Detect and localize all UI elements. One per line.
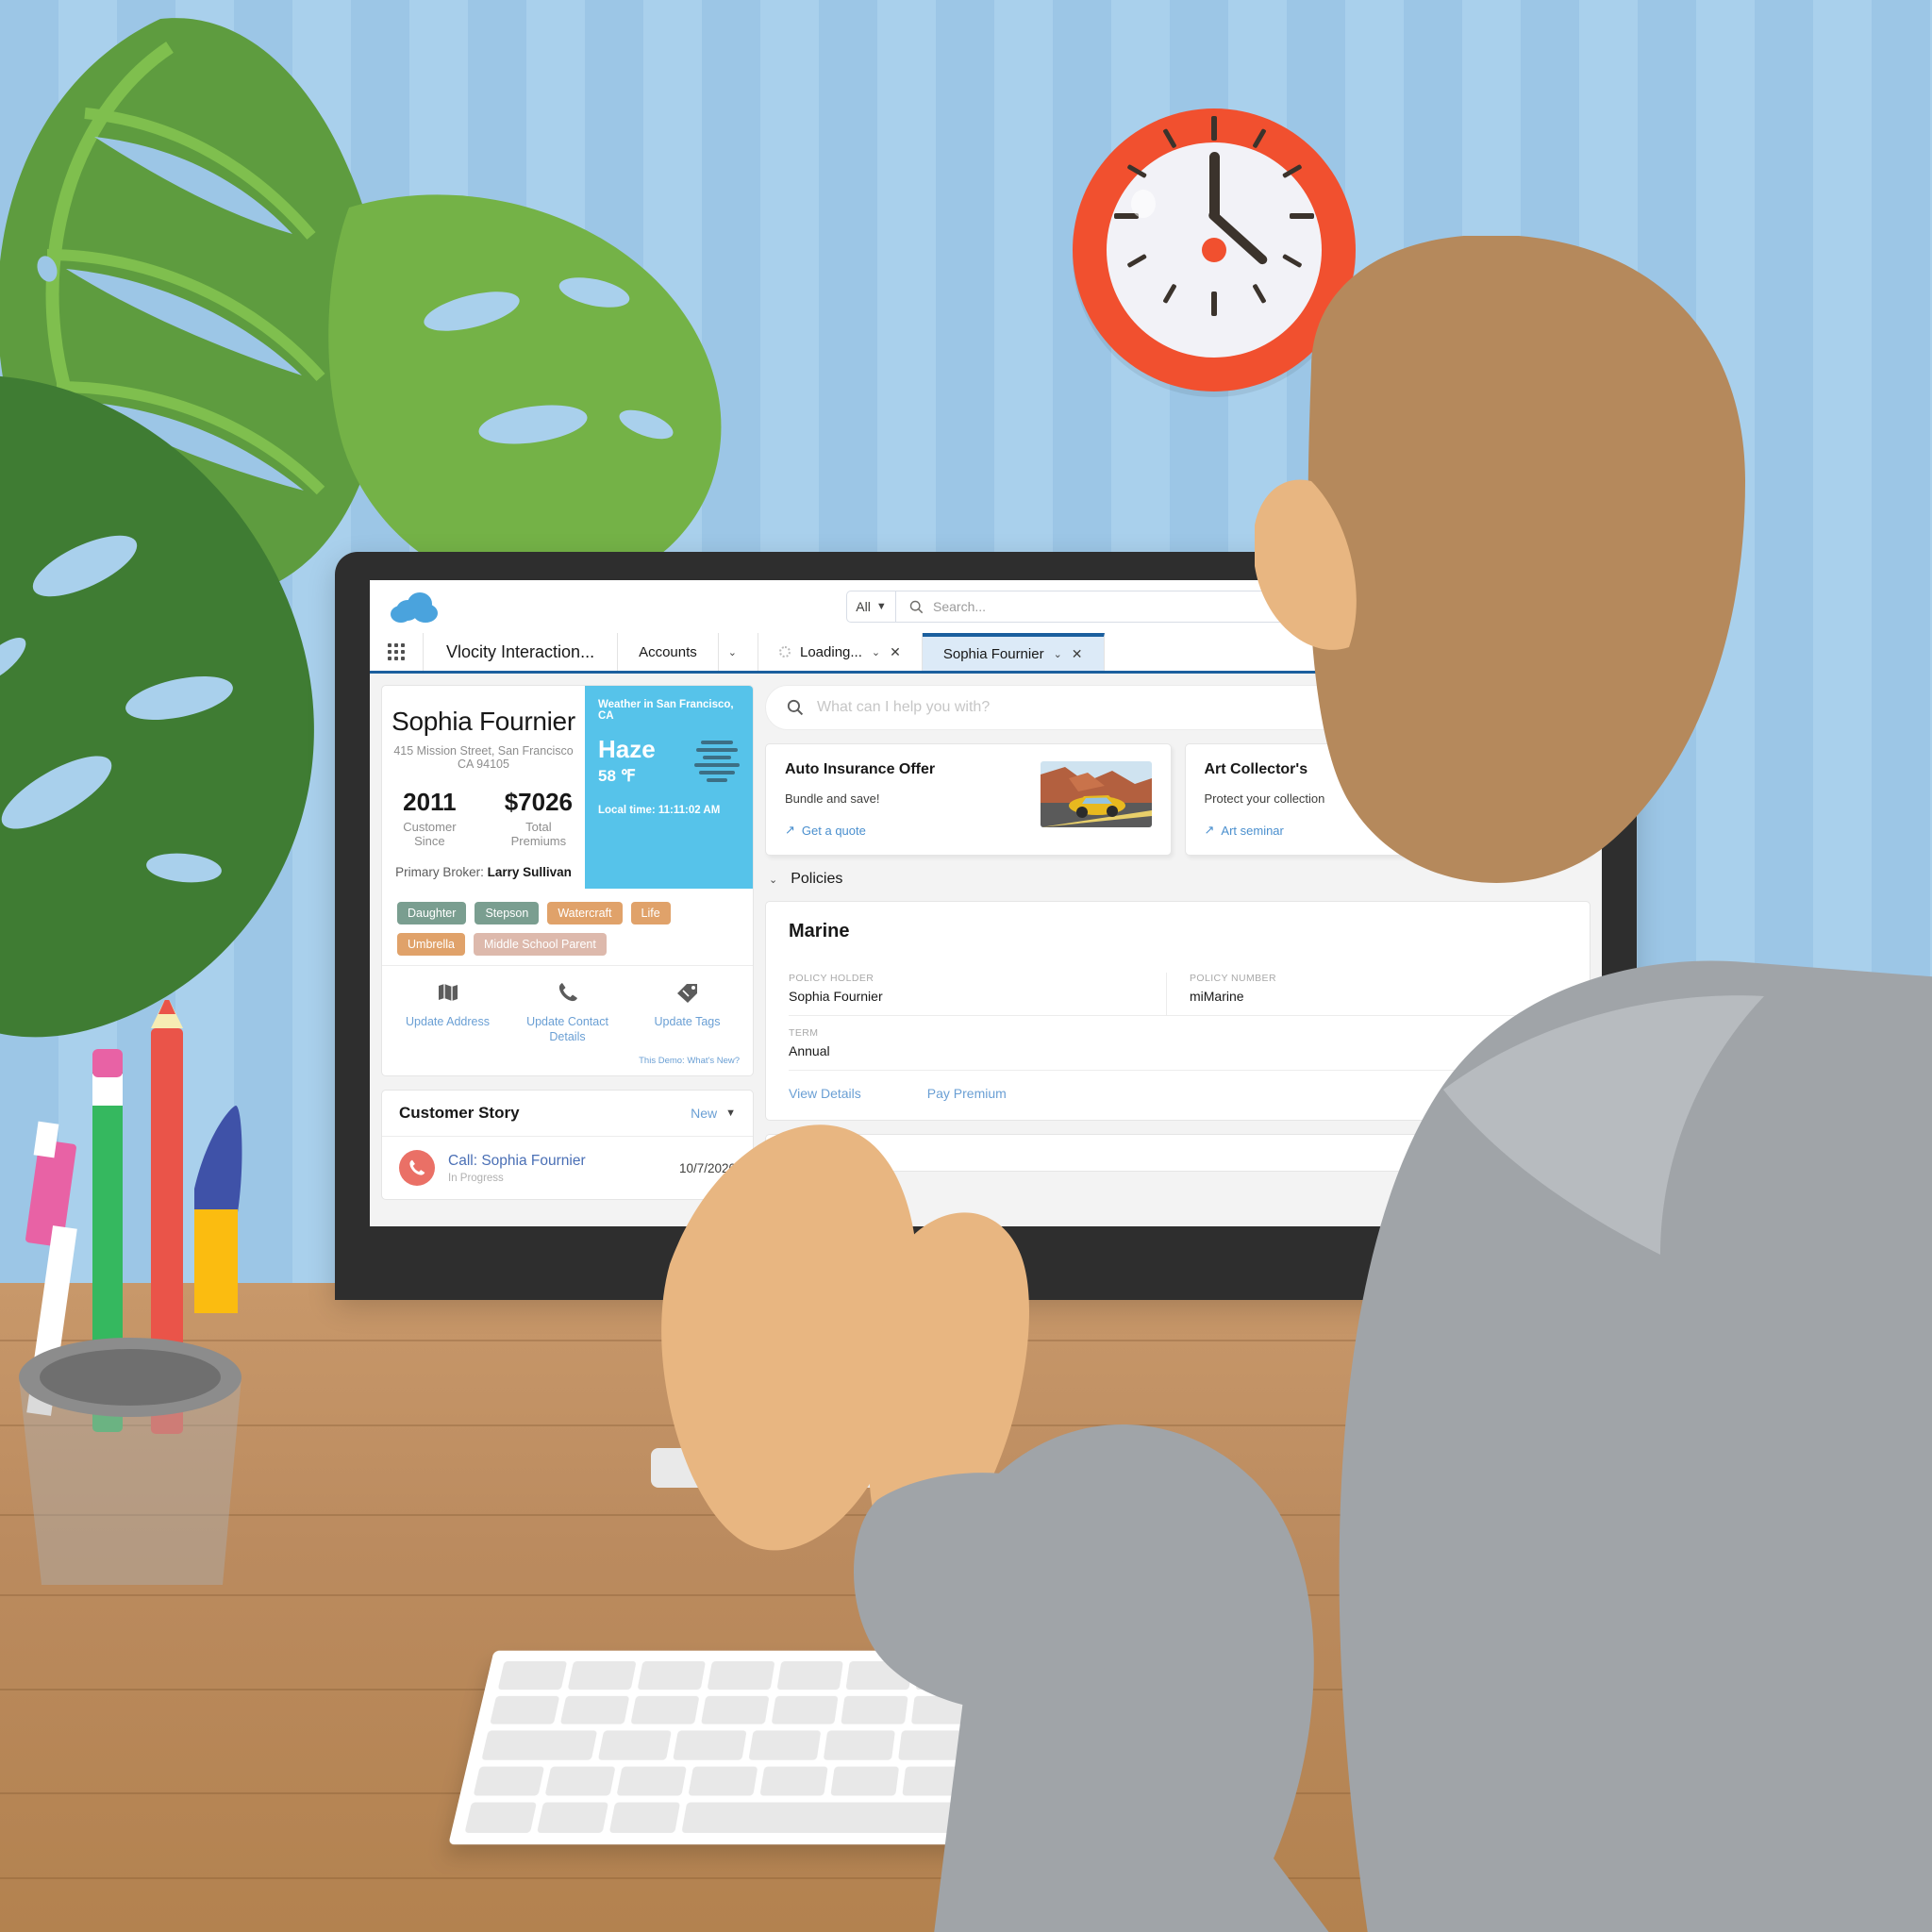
chevron-down-icon[interactable]: ⌄ bbox=[872, 646, 880, 658]
map-icon bbox=[438, 984, 458, 1001]
search-icon bbox=[909, 600, 924, 613]
chevron-down-icon[interactable]: ⌄ bbox=[769, 874, 777, 886]
action-label: Update Tags bbox=[654, 1015, 721, 1028]
loading-spinner-icon bbox=[779, 646, 791, 658]
field-label: POLICY HOLDER bbox=[789, 973, 874, 984]
stat-value: $7026 bbox=[504, 788, 574, 816]
salesforce-cloud-logo[interactable] bbox=[391, 591, 440, 623]
tag-watercraft[interactable]: Watercraft bbox=[547, 902, 623, 924]
policy-pay-premium-link[interactable]: Pay Premium bbox=[927, 1086, 1007, 1101]
weather-condition: Haze bbox=[598, 735, 656, 763]
action-update-tags[interactable]: Update Tags bbox=[627, 981, 747, 1044]
search-input-area[interactable]: Search... bbox=[896, 591, 1309, 622]
policy-field-holder: POLICY HOLDER Sophia Fournier bbox=[789, 973, 1166, 1015]
pencil-cup bbox=[19, 1000, 242, 1585]
clock-glint bbox=[1131, 190, 1156, 218]
search-scope-dropdown[interactable]: All ▼ bbox=[847, 591, 896, 622]
offer-action-link[interactable]: ↗ Get a quote bbox=[785, 823, 935, 838]
external-link-icon: ↗ bbox=[1204, 823, 1215, 837]
close-icon[interactable]: ✕ bbox=[890, 644, 901, 660]
customer-story-title: Customer Story bbox=[399, 1104, 520, 1123]
action-label: Update Address bbox=[406, 1015, 490, 1028]
action-update-contact-details[interactable]: Update Contact Details bbox=[508, 981, 627, 1044]
tag-daughter[interactable]: Daughter bbox=[397, 902, 467, 924]
tab-accounts[interactable]: Accounts bbox=[618, 633, 719, 671]
tag-umbrella[interactable]: Umbrella bbox=[397, 933, 466, 956]
chevron-down-icon: ⌄ bbox=[727, 646, 737, 658]
tab-sophia-fournier[interactable]: Sophia Fournier ⌄ ✕ bbox=[922, 633, 1105, 671]
stat-customer-since: 2011 Customer Since bbox=[391, 788, 468, 848]
stat-label: Customer Since bbox=[403, 820, 457, 848]
offer-action-label: Get a quote bbox=[801, 823, 866, 838]
close-icon[interactable]: ✕ bbox=[1072, 646, 1083, 662]
action-label: Update Contact Details bbox=[526, 1015, 608, 1043]
chevron-down-icon: ▼ bbox=[725, 1108, 736, 1120]
weather-title: Weather in San Francisco, CA bbox=[598, 699, 734, 722]
chevron-down-icon: ▼ bbox=[875, 601, 887, 612]
weather-local-time: Local time: 11:11:02 AM bbox=[598, 805, 721, 816]
new-label: New bbox=[691, 1106, 718, 1122]
contact-summary-card: Sophia Fournier 415 Mission Street, San … bbox=[381, 685, 754, 1077]
tag-middle-school-parent[interactable]: Middle School Parent bbox=[474, 933, 607, 956]
tab-accounts-dropdown[interactable]: ⌄ bbox=[719, 633, 758, 671]
phone-call-icon bbox=[399, 1150, 435, 1187]
search-icon bbox=[787, 699, 804, 716]
tab-sophia-fournier-label: Sophia Fournier bbox=[942, 645, 1044, 662]
clock-center-pin bbox=[1202, 238, 1226, 262]
customer-story-new-button[interactable]: New ▼ bbox=[691, 1106, 736, 1121]
stat-total-premiums: $7026 Total Premiums bbox=[502, 788, 575, 848]
contact-address: 415 Mission Street, San Francisco CA 941… bbox=[393, 744, 574, 771]
field-value: Sophia Fournier bbox=[789, 989, 883, 1004]
offer-card-auto-insurance[interactable]: Auto Insurance Offer Bundle and save! ↗ … bbox=[765, 743, 1172, 856]
primary-broker: Primary Broker: Larry Sullivan bbox=[391, 865, 575, 879]
demo-whats-new-link[interactable]: This Demo: What's New? bbox=[382, 1050, 753, 1075]
offer-subtitle: Bundle and save! bbox=[785, 791, 880, 806]
tag-life[interactable]: Life bbox=[630, 902, 671, 924]
offer-title: Auto Insurance Offer bbox=[785, 761, 936, 777]
primary-broker-label: Primary Broker: bbox=[395, 865, 484, 879]
app-launcher-icon[interactable] bbox=[370, 633, 423, 671]
contact-details: Sophia Fournier 415 Mission Street, San … bbox=[382, 686, 585, 889]
tab-accounts-label: Accounts bbox=[639, 643, 697, 660]
person-at-desk bbox=[1255, 236, 1932, 1932]
weather-widget: Weather in San Francisco, CA Haze 58 ℉ L… bbox=[585, 686, 753, 889]
story-item-status: In Progress bbox=[448, 1172, 504, 1184]
external-link-icon: ↗ bbox=[785, 823, 795, 837]
quick-actions: Update Address Update Contact Details Up… bbox=[382, 966, 753, 1050]
tag-stepson[interactable]: Stepson bbox=[475, 902, 540, 924]
action-update-address[interactable]: Update Address bbox=[388, 981, 508, 1044]
contact-tags: Daughter Stepson Watercraft Life Umbrell… bbox=[382, 889, 753, 966]
policy-view-details-link[interactable]: View Details bbox=[789, 1086, 861, 1101]
tab-loading-label: Loading... bbox=[800, 643, 862, 660]
contact-name: Sophia Fournier bbox=[391, 707, 575, 736]
offer-image-car bbox=[1040, 761, 1152, 827]
person-arm-and-hand bbox=[661, 1124, 1329, 1932]
haze-icon bbox=[694, 741, 740, 782]
primary-broker-name: Larry Sullivan bbox=[487, 865, 572, 879]
einstein-placeholder: What can I help you with? bbox=[817, 699, 991, 715]
chevron-down-icon[interactable]: ⌄ bbox=[1054, 648, 1062, 660]
global-search-bar[interactable]: All ▼ Search... bbox=[846, 591, 1310, 623]
stat-value: 2011 bbox=[403, 788, 457, 816]
weather-temperature: 58 ℉ bbox=[598, 767, 636, 785]
app-name-label[interactable]: Vlocity Interaction... bbox=[423, 633, 619, 671]
story-item-title[interactable]: Call: Sophia Fournier bbox=[448, 1153, 586, 1170]
phone-icon bbox=[558, 983, 577, 1002]
stat-label: Total Premiums bbox=[510, 820, 567, 848]
policies-section-title: Policies bbox=[791, 871, 843, 887]
search-scope-label: All bbox=[856, 599, 871, 614]
search-placeholder: Search... bbox=[933, 599, 987, 614]
tag-icon bbox=[676, 984, 697, 1003]
tab-loading[interactable]: Loading... ⌄ ✕ bbox=[758, 633, 923, 671]
